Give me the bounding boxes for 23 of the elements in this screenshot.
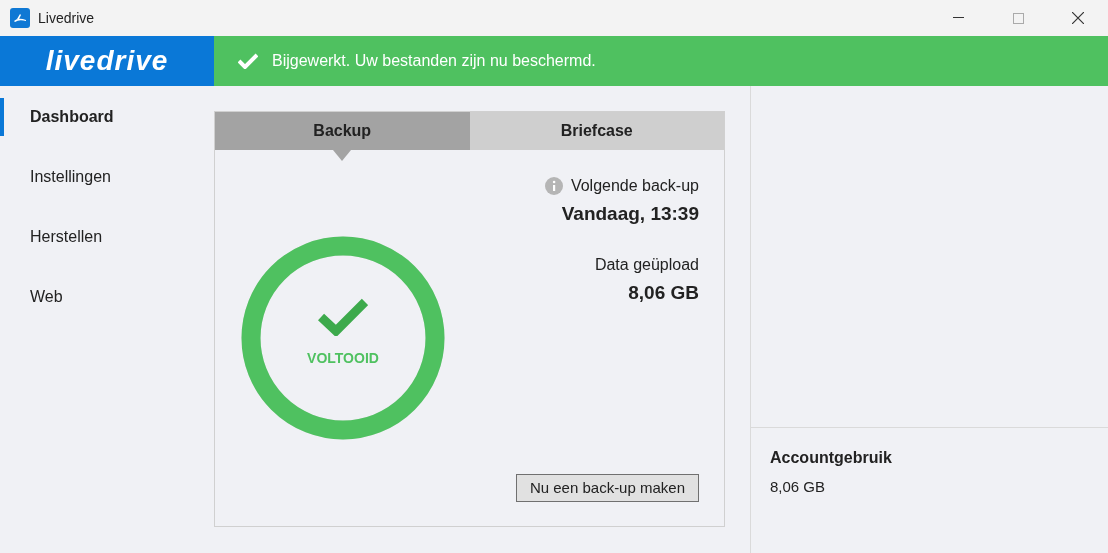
close-icon — [1072, 12, 1084, 24]
next-backup-value: Vandaag, 13:39 — [561, 202, 699, 226]
info-icon — [544, 177, 563, 195]
backup-now-button[interactable]: Nu een back-up maken — [515, 474, 699, 502]
account-usage-value: 8,06 GB — [770, 477, 827, 497]
window-title: Livedrive — [38, 8, 95, 28]
logo: livedrive — [45, 44, 169, 78]
check-icon — [238, 53, 258, 69]
account-usage-label: Accountgebruik — [770, 448, 893, 468]
app-icon — [10, 8, 30, 28]
sidebar-item[interactable]: Herstellen — [0, 218, 214, 256]
maximize-icon — [1012, 12, 1024, 24]
sidebar-item[interactable]: Instellingen — [0, 158, 214, 196]
uploaded-value: 8,06 GB — [628, 280, 699, 305]
tab[interactable]: Briefcase — [469, 112, 724, 150]
minimize-icon — [952, 17, 964, 19]
status-label: VOLTOOID — [307, 348, 379, 368]
tab-pointer-icon — [333, 150, 352, 161]
check-icon — [318, 297, 368, 336]
uploaded-label: Data geüpload — [594, 254, 699, 275]
next-backup-label: Volgende back-up — [570, 176, 699, 196]
status-message: Bijgewerkt. Uw bestanden zijn nu beschermd. — [272, 51, 596, 71]
sidebar-item[interactable]: Web — [0, 278, 214, 316]
